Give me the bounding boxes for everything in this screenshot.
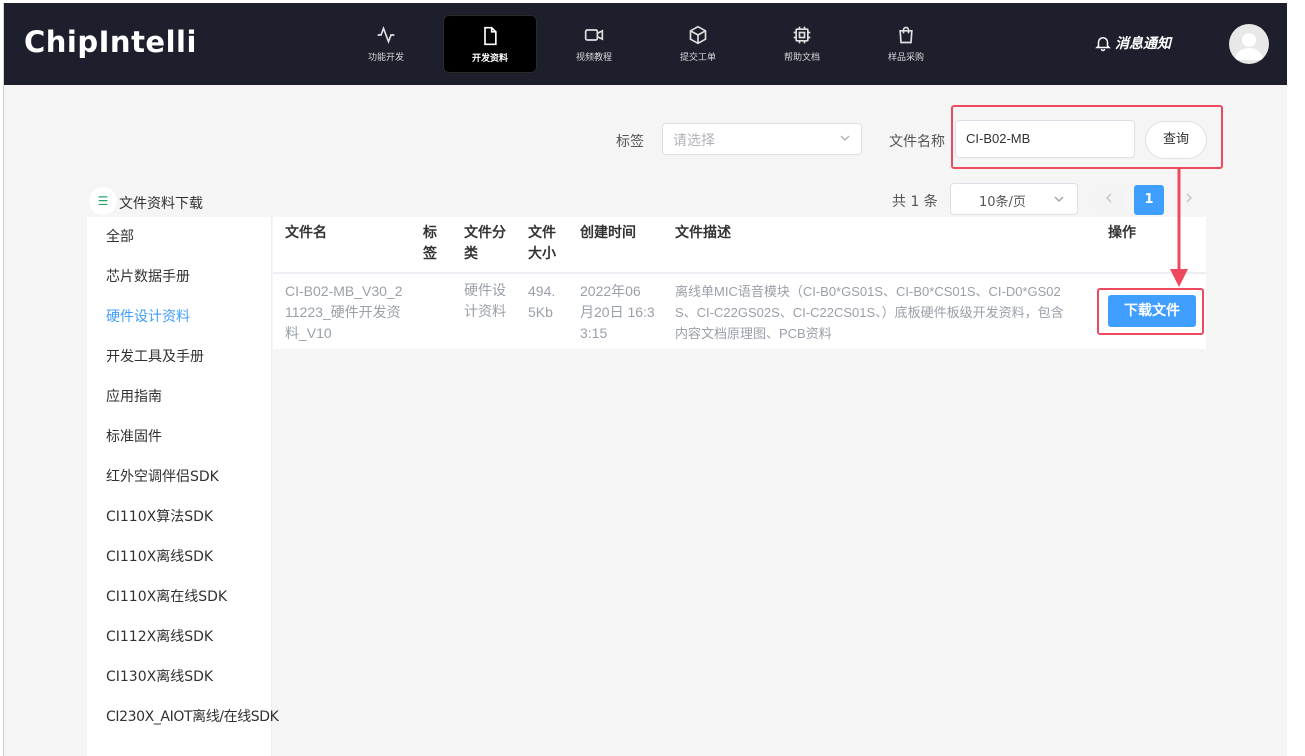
annotation-arrow-head xyxy=(1170,269,1188,287)
annotation-arrow xyxy=(1170,169,1188,287)
browser-viewport: ChipIntelli 功能开发 开发资料 视频教程 提交工单 帮助文档 样品采… xyxy=(3,3,1287,756)
